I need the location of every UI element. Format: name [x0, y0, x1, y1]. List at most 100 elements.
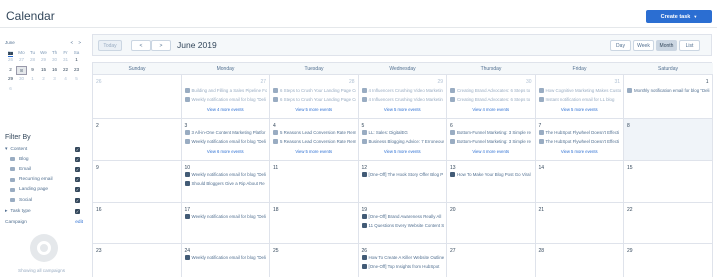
day-cell[interactable]: 21 — [535, 203, 624, 244]
day-cell[interactable]: 26 How To Create A Killer Website Outline… — [359, 244, 447, 277]
day-cell[interactable]: 24 Weekly notification email for blog "De… — [182, 244, 270, 277]
prev-month-button[interactable]: < — [131, 40, 151, 51]
mini-day[interactable]: 29 — [5, 75, 16, 85]
mini-day[interactable]: 8 — [16, 65, 27, 76]
day-cell[interactable]: 20 — [447, 203, 536, 244]
day-cell[interactable]: 10 Weekly notification email for blog "De… — [181, 161, 270, 203]
mini-day[interactable]: 30 — [16, 75, 27, 85]
filter-checkbox[interactable]: ✓ — [75, 166, 80, 172]
view-more-events-link[interactable]: View 5 more events — [270, 149, 358, 154]
mini-day[interactable]: 9 — [27, 66, 38, 76]
filter-checkbox[interactable]: ✓ — [75, 156, 80, 162]
filter-item[interactable]: Recurring email ✓ — [10, 176, 86, 184]
filter-item[interactable]: Email ✓ — [10, 165, 86, 173]
filter-item[interactable]: Social ✓ — [10, 196, 86, 204]
view-more-events-link[interactable]: View 5 more events — [359, 149, 447, 154]
calendar-event[interactable]: 3 All-in-One Content Marketing Platfor — [184, 129, 268, 136]
filter-checkbox[interactable]: ✓ — [75, 187, 80, 193]
day-cell[interactable]: 17 Weekly notification email for blog "De… — [181, 203, 270, 244]
day-cell[interactable]: 9 — [93, 161, 182, 203]
calendar-event[interactable]: [One-Off] Brand Awareness Really All — [361, 213, 445, 220]
view-more-events-link[interactable]: View 5 more events — [270, 107, 358, 112]
day-cell[interactable]: 6 Bottom-Funnel Marketing: 3 Simple re Bot… — [447, 119, 536, 161]
calendar-event[interactable]: Creating Brand Advocates: 6 Steps to — [450, 87, 533, 94]
view-month-button[interactable]: Month — [656, 40, 677, 51]
checkbox-content[interactable]: ✓ — [75, 146, 80, 152]
day-cell[interactable]: 28 6 Steps to Crush Your Landing Page Co 6… — [270, 75, 359, 119]
day-cell[interactable]: 33 All-in-One Content Marketing Platfor W… — [181, 119, 270, 161]
day-cell[interactable]: 2 — [93, 119, 182, 161]
mini-day[interactable]: 28 — [8, 49, 81, 59]
calendar-event[interactable]: Weekly notification email for blog "Deli — [184, 138, 268, 145]
filter-checkbox[interactable]: ✓ — [75, 177, 80, 183]
view-list-button[interactable]: List — [679, 40, 700, 51]
filter-content[interactable]: ▾ Content ✓ — [5, 145, 81, 153]
day-cell[interactable]: 25 — [270, 244, 359, 277]
view-day-button[interactable]: Day — [610, 40, 631, 51]
mini-day[interactable]: 2 — [38, 75, 49, 85]
today-button[interactable]: Today — [98, 40, 122, 51]
day-cell[interactable]: 7 The HubSpot Flywheel Doesn't Effecti The… — [535, 119, 624, 161]
calendar-event[interactable]: Weekly notification email for blog "Deli — [184, 96, 268, 103]
view-more-events-link[interactable]: View 5 more events — [536, 107, 624, 112]
mini-day[interactable]: 15 — [38, 66, 49, 76]
calendar-event[interactable]: Bottom-Funnel Marketing: 3 Simple re — [450, 138, 533, 145]
calendar-event[interactable]: 5 Reasons Lead Conversion Rate Rem — [273, 129, 356, 136]
mini-day[interactable]: 3 — [49, 75, 60, 85]
day-cell[interactable]: 23 — [93, 244, 182, 277]
calendar-event[interactable]: Building and Filling a Sales Pipeline Fo — [184, 87, 267, 94]
day-cell[interactable]: 27 — [447, 244, 536, 277]
campaign-edit-link[interactable]: edit — [75, 220, 83, 225]
calendar-event[interactable]: LL: Sales: DigitalEG — [361, 129, 445, 136]
calendar-event[interactable]: Bottom-Funnel Marketing: 3 Simple re — [450, 129, 533, 136]
calendar-event[interactable]: 6 Steps to Crush Your Landing Page Co — [273, 87, 356, 94]
filter-item[interactable]: Blog ✓ — [10, 155, 86, 163]
calendar-event[interactable]: Weekly notification email for blog "Deli — [184, 254, 268, 261]
mini-calendar-nav[interactable]: < > — [70, 40, 83, 45]
calendar-event[interactable]: How To Make Your Blog Post Go Viral — [450, 171, 533, 178]
view-more-events-link[interactable]: View 4 more events — [447, 107, 535, 112]
day-cell[interactable]: 5 LL: Sales: DigitalEG Business Blogging A… — [358, 119, 447, 161]
mini-day[interactable]: 5 — [71, 75, 82, 85]
calendar-event[interactable]: Weekly notification email for blog "Deli — [184, 213, 268, 220]
view-more-events-link[interactable]: View 5 more events — [359, 107, 447, 112]
create-task-button[interactable]: Create task ▼ — [646, 10, 712, 23]
mini-day[interactable]: 6 — [5, 85, 16, 95]
view-more-events-link[interactable]: View 6 more events — [182, 149, 270, 154]
next-month-button[interactable]: > — [151, 40, 171, 51]
calendar-event[interactable]: Business Blogging Advice: 7 Erroneous — [361, 138, 444, 145]
calendar-event[interactable]: [One-Off] Top Insights from HubSpot — [361, 263, 445, 270]
checkbox-task-type[interactable]: ✓ — [75, 208, 80, 214]
day-cell[interactable]: 1 Monthly notification email for blog "De… — [624, 75, 713, 119]
view-more-events-link[interactable]: View 4 more events — [447, 149, 535, 154]
day-cell[interactable]: 8 — [624, 119, 713, 161]
calendar-event[interactable]: How Cognitive Marketing Makes Custo — [538, 87, 621, 94]
calendar-event[interactable]: 5 Reasons Lead Conversion Rate Rem — [273, 138, 356, 145]
filter-item[interactable]: Landing page ✓ — [10, 186, 86, 194]
day-cell[interactable]: 45 Reasons Lead Conversion Rate Rem 5 Rea… — [270, 119, 359, 161]
day-cell[interactable]: 30 Creating Brand Advocates: 6 Steps to Cr… — [447, 75, 536, 119]
day-cell[interactable]: 26 — [93, 75, 182, 119]
view-week-button[interactable]: Week — [633, 40, 654, 51]
view-more-events-link[interactable]: View 5 more events — [536, 149, 624, 154]
day-cell[interactable]: 14 — [535, 161, 624, 203]
calendar-event[interactable]: 6 Steps to Crush Your Landing Page Co — [273, 96, 356, 103]
calendar-event[interactable]: Creating Brand Advocates: 6 Steps to — [450, 96, 533, 103]
day-cell[interactable]: 27 Building and Filling a Sales Pipeline … — [181, 75, 270, 119]
day-cell[interactable]: 29 4 Influencers Crushing Video Marketin 4… — [358, 75, 447, 119]
day-cell[interactable]: 11 — [270, 161, 359, 203]
view-more-events-link[interactable]: View 4 more events — [182, 107, 270, 112]
mini-day[interactable]: 16 — [49, 66, 60, 76]
filter-task-type[interactable]: ▸ Task type ✓ — [5, 207, 81, 215]
calendar-event[interactable]: 4 Influencers Crushing Video Marketin — [361, 87, 445, 94]
day-cell[interactable]: 15 — [624, 161, 713, 203]
day-cell[interactable]: 28 — [536, 244, 624, 277]
day-cell[interactable]: 29 — [624, 244, 713, 277]
filter-checkbox[interactable]: ✓ — [75, 197, 80, 203]
calendar-event[interactable]: 4 Influencers Crushing Video Marketin — [361, 96, 445, 103]
day-cell[interactable]: 13 How To Make Your Blog Post Go Viral — [447, 161, 536, 203]
calendar-event[interactable]: [One-Off] The Hook Story Offer Blog P — [361, 171, 445, 178]
day-cell[interactable]: 18 — [270, 203, 359, 244]
day-cell[interactable]: 19 [One-Off] Brand Awareness Really All 11… — [358, 203, 447, 244]
calendar-event[interactable]: Weekly notification email for blog "Deli — [184, 171, 268, 178]
